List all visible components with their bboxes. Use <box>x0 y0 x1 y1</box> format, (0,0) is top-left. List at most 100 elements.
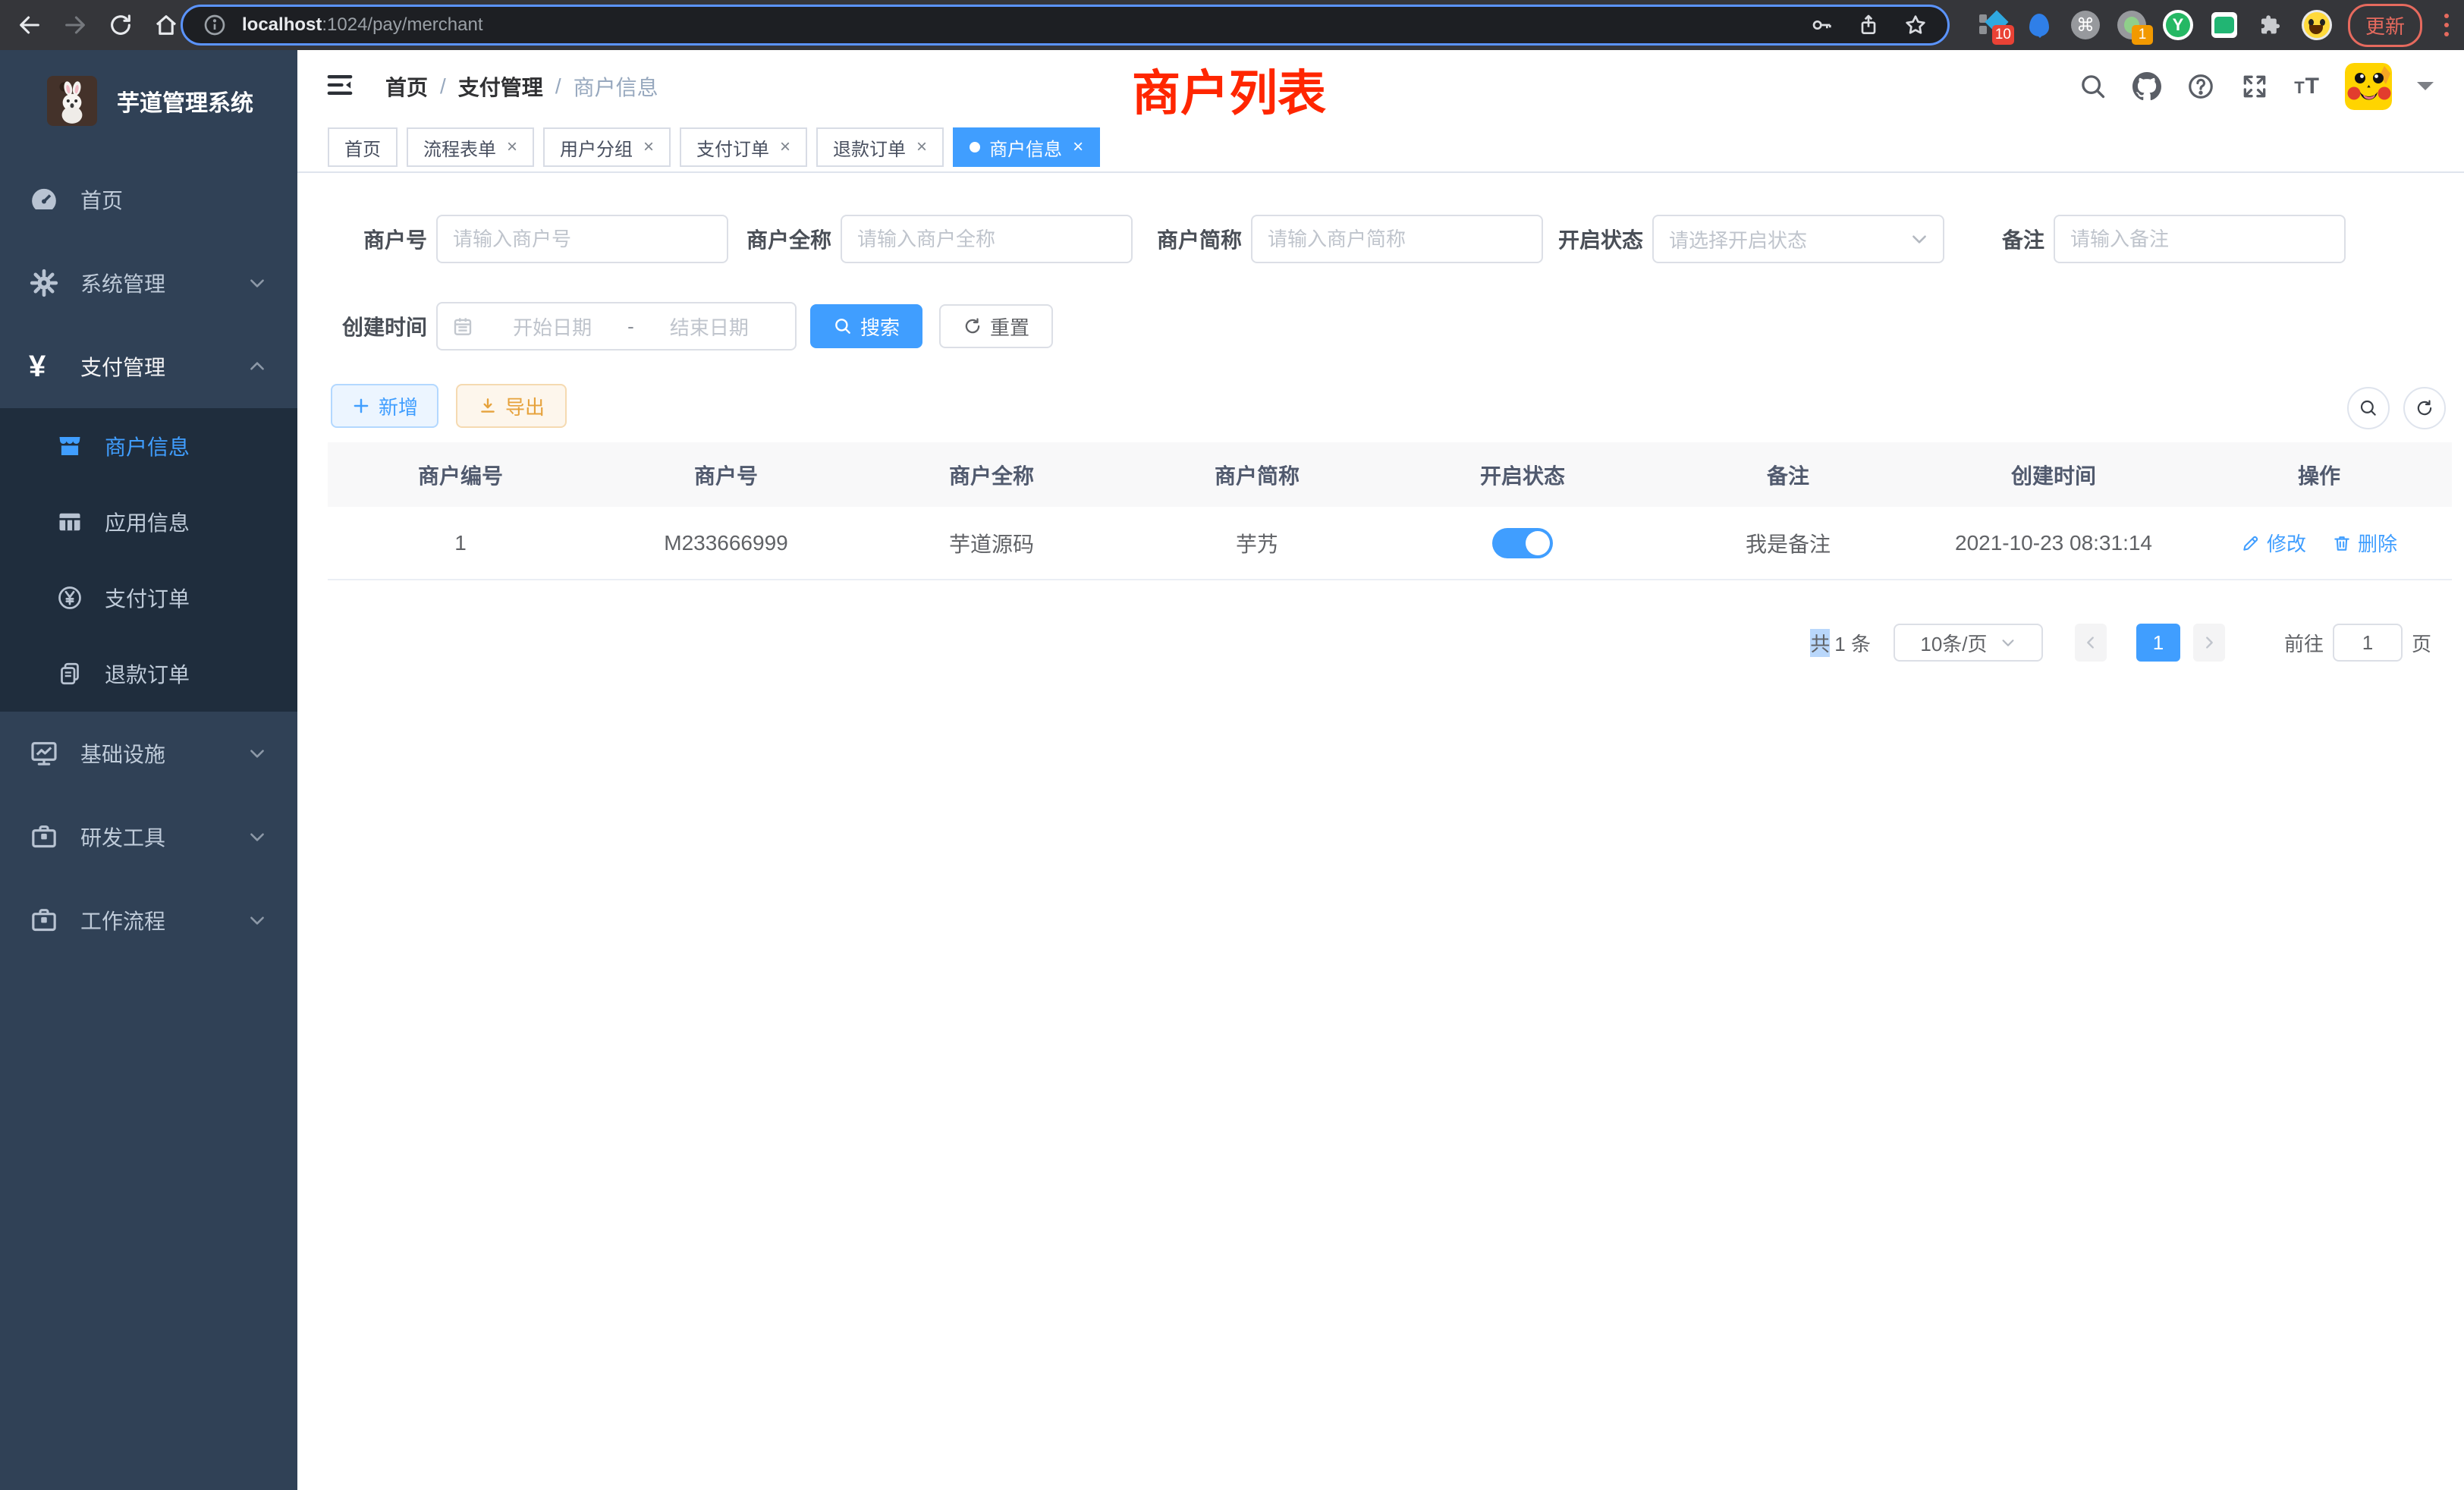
extension-balloon-icon[interactable] <box>2024 10 2054 40</box>
search-icon[interactable] <box>2079 72 2107 101</box>
extension-status-icon[interactable]: 1 <box>2117 10 2147 40</box>
extension-chat-icon[interactable] <box>2209 10 2239 40</box>
user-avatar[interactable] <box>2345 63 2392 110</box>
browser-chrome: localhost:1024/pay/merchant 10 ⌘ 1 Y <box>0 0 2464 50</box>
extension-y-icon[interactable]: Y <box>2163 10 2193 40</box>
start-date-placeholder[interactable]: 开始日期 <box>480 313 624 341</box>
url-path: :1024/pay/merchant <box>322 14 482 35</box>
profile-emoji-icon[interactable] <box>2302 10 2332 40</box>
current-page[interactable]: 1 <box>2136 624 2180 662</box>
chevron-down-icon <box>247 910 267 930</box>
extension-badge: 10 <box>1992 25 2014 45</box>
tab-pay-order[interactable]: 支付订单× <box>680 127 807 167</box>
url-bar[interactable]: localhost:1024/pay/merchant <box>181 5 1950 46</box>
top-navbar: 首页 / 支付管理 / 商户信息 商户列表 TT <box>297 50 2464 123</box>
tab-user-group[interactable]: 用户分组× <box>543 127 671 167</box>
full-name-input[interactable] <box>841 215 1133 263</box>
merchant-no-input[interactable] <box>436 215 728 263</box>
url-host: localhost <box>242 14 322 35</box>
reset-button[interactable]: 重置 <box>939 304 1053 348</box>
goto-page-input[interactable] <box>2333 624 2403 662</box>
extension-badge: 1 <box>2132 25 2153 45</box>
filter-row-1: 商户号 商户全称 商户简称 开启状态 请选择开启状态 备注 <box>328 215 2346 263</box>
password-key-icon[interactable] <box>1809 13 1834 37</box>
remark-input[interactable] <box>2054 215 2346 263</box>
close-icon[interactable]: × <box>507 137 517 158</box>
col-full-name: 商户全称 <box>859 460 1124 490</box>
sidebar-collapse-icon[interactable] <box>325 70 355 100</box>
tab-process-form[interactable]: 流程表单× <box>407 127 534 167</box>
monitor-chart-icon <box>29 738 59 769</box>
sidebar-item-refund-order[interactable]: 退款订单 <box>0 636 297 712</box>
browser-menu-icon[interactable] <box>2438 14 2455 36</box>
sidebar-item-payment[interactable]: ¥ 支付管理 <box>0 325 297 408</box>
pagination-total: 共 1 条 <box>1810 629 1871 657</box>
prev-page-button[interactable] <box>2075 624 2107 662</box>
app-logo-row[interactable]: 芋道管理系统 <box>0 50 297 134</box>
breadcrumb-payment[interactable]: 支付管理 <box>458 71 543 102</box>
sidebar-item-merchant-info[interactable]: 商户信息 <box>0 408 297 484</box>
close-icon[interactable]: × <box>780 137 790 158</box>
tab-merchant-info[interactable]: 商户信息× <box>953 127 1100 167</box>
help-icon[interactable] <box>2186 72 2215 101</box>
hide-search-button[interactable] <box>2347 387 2390 429</box>
app-title: 芋道管理系统 <box>117 84 253 118</box>
close-icon[interactable]: × <box>916 137 927 158</box>
fullscreen-icon[interactable] <box>2240 72 2269 101</box>
bookmark-star-icon[interactable] <box>1903 13 1928 37</box>
cell-full-name: 芋道源码 <box>859 528 1124 558</box>
sidebar-item-app-info[interactable]: 应用信息 <box>0 484 297 560</box>
add-button[interactable]: 新增 <box>331 384 438 428</box>
edit-link[interactable]: 修改 <box>2241 529 2306 557</box>
sidebar-item-pay-order[interactable]: 支付订单 <box>0 560 297 636</box>
status-label: 开启状态 <box>1558 224 1643 254</box>
table-row: 1 M233666999 芋道源码 芋艿 我是备注 2021-10-23 08:… <box>328 507 2452 580</box>
sidebar-item-home[interactable]: 首页 <box>0 158 297 241</box>
sidebar-item-infrastructure[interactable]: 基础设施 <box>0 712 297 795</box>
refresh-button[interactable] <box>2403 387 2446 429</box>
next-page-button[interactable] <box>2193 624 2225 662</box>
delete-link[interactable]: 删除 <box>2332 529 2397 557</box>
close-icon[interactable]: × <box>1073 137 1083 158</box>
browser-update-button[interactable]: 更新 <box>2348 4 2422 47</box>
cell-short-name: 芋艿 <box>1124 528 1390 558</box>
extensions-puzzle-icon[interactable] <box>2255 10 2286 40</box>
tab-refund-order[interactable]: 退款订单× <box>816 127 944 167</box>
cell-remark: 我是备注 <box>1655 528 1921 558</box>
table-header: 商户编号 商户号 商户全称 商户简称 开启状态 备注 创建时间 操作 <box>328 442 2452 507</box>
merchant-no-label: 商户号 <box>328 224 427 254</box>
col-create-time: 创建时间 <box>1921 460 2186 490</box>
page-info-icon[interactable] <box>203 13 227 37</box>
sidebar: 芋道管理系统 首页 系统管理 ¥ 支付管理 <box>0 50 297 1490</box>
extension-command-icon[interactable]: ⌘ <box>2070 10 2101 40</box>
search-button[interactable]: 搜索 <box>810 304 922 348</box>
browser-forward-icon[interactable] <box>62 12 88 38</box>
goto-label: 前往 <box>2284 629 2324 657</box>
sidebar-item-dev-tools[interactable]: 研发工具 <box>0 795 297 879</box>
status-select[interactable]: 请选择开启状态 <box>1652 215 1944 263</box>
create-time-label: 创建时间 <box>328 311 427 341</box>
caret-down-icon[interactable] <box>2417 82 2434 99</box>
short-name-input[interactable] <box>1251 215 1543 263</box>
red-annotation-merchant-list: 商户列表 <box>1132 55 1326 124</box>
yen-icon: ¥ <box>29 351 59 382</box>
create-time-range-picker[interactable]: 开始日期 - 结束日期 <box>436 302 797 350</box>
extension-grid-diamond-icon[interactable]: 10 <box>1978 10 2008 40</box>
browser-back-icon[interactable] <box>17 12 42 38</box>
share-icon[interactable] <box>1856 13 1881 37</box>
tab-home[interactable]: 首页 <box>328 127 398 167</box>
sidebar-item-workflow[interactable]: 工作流程 <box>0 879 297 962</box>
font-size-icon[interactable]: TT <box>2294 74 2320 99</box>
page-size-select[interactable]: 10条/页 <box>1894 624 2043 662</box>
main-content: 首页 / 支付管理 / 商户信息 商户列表 TT <box>297 50 2464 1490</box>
breadcrumb-home[interactable]: 首页 <box>385 71 428 102</box>
end-date-placeholder[interactable]: 结束日期 <box>637 313 781 341</box>
status-toggle-on[interactable] <box>1492 528 1553 558</box>
browser-reload-icon[interactable] <box>108 12 134 38</box>
export-button[interactable]: 导出 <box>456 384 567 428</box>
toolbox-icon <box>29 905 59 935</box>
close-icon[interactable]: × <box>643 137 654 158</box>
sidebar-item-system[interactable]: 系统管理 <box>0 241 297 325</box>
browser-home-icon[interactable] <box>153 12 179 38</box>
github-icon[interactable] <box>2132 72 2161 101</box>
